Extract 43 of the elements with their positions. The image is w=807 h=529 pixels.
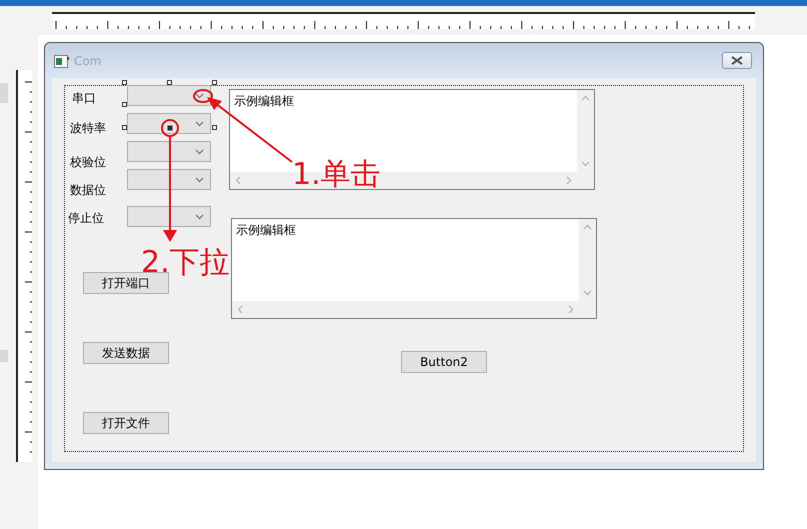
annotation-circle: [193, 89, 213, 103]
chevron-down-icon: [195, 148, 204, 154]
close-icon: [731, 56, 743, 65]
field-label: 校验位: [70, 154, 106, 171]
vertical-scrollbar[interactable]: [579, 219, 596, 301]
edit-text: 示例编辑框: [233, 93, 295, 110]
close-button[interactable]: [722, 52, 752, 69]
scroll-right-icon[interactable]: [568, 305, 574, 314]
horizontal-scrollbar[interactable]: [232, 301, 579, 318]
field-label: 波特率: [70, 120, 106, 137]
scroll-down-icon[interactable]: [581, 161, 590, 167]
dropdown-field[interactable]: [127, 169, 211, 190]
dropdown-field[interactable]: [127, 113, 211, 134]
push-button[interactable]: 打开文件: [83, 412, 169, 434]
panel-tab[interactable]: [0, 350, 8, 362]
edit-field[interactable]: 示例编辑框: [231, 218, 597, 319]
annotation-circle: [161, 119, 179, 137]
push-button[interactable]: 打开端口: [83, 272, 169, 294]
dropdown-field[interactable]: [127, 85, 211, 106]
scroll-up-icon[interactable]: [583, 224, 592, 230]
dropdown-field[interactable]: [127, 206, 211, 227]
dialog-icon: [54, 54, 70, 68]
edit-text: 示例编辑框: [235, 222, 297, 239]
dialog-title: Com: [74, 54, 102, 68]
panel-tab[interactable]: [0, 83, 8, 103]
scroll-right-icon[interactable]: [566, 176, 572, 185]
vertical-scrollbar[interactable]: [577, 90, 594, 172]
chevron-down-icon: [195, 214, 204, 220]
annotation-text: 1.单击: [292, 160, 381, 190]
push-button[interactable]: 发送数据: [83, 342, 169, 364]
push-button[interactable]: Button2: [401, 351, 487, 373]
field-label: 数据位: [70, 182, 106, 199]
scroll-left-icon[interactable]: [235, 176, 241, 185]
chevron-down-icon: [195, 120, 204, 126]
field-label: 串口: [72, 90, 96, 107]
scroll-down-icon[interactable]: [583, 290, 592, 296]
scroll-left-icon[interactable]: [237, 305, 243, 314]
field-label: 停止位: [68, 210, 104, 227]
chevron-down-icon: [195, 92, 204, 98]
dropdown-field[interactable]: [127, 141, 211, 162]
scroll-up-icon[interactable]: [581, 95, 590, 101]
selection-frame[interactable]: [122, 80, 217, 130]
chevron-down-icon: [195, 176, 204, 182]
